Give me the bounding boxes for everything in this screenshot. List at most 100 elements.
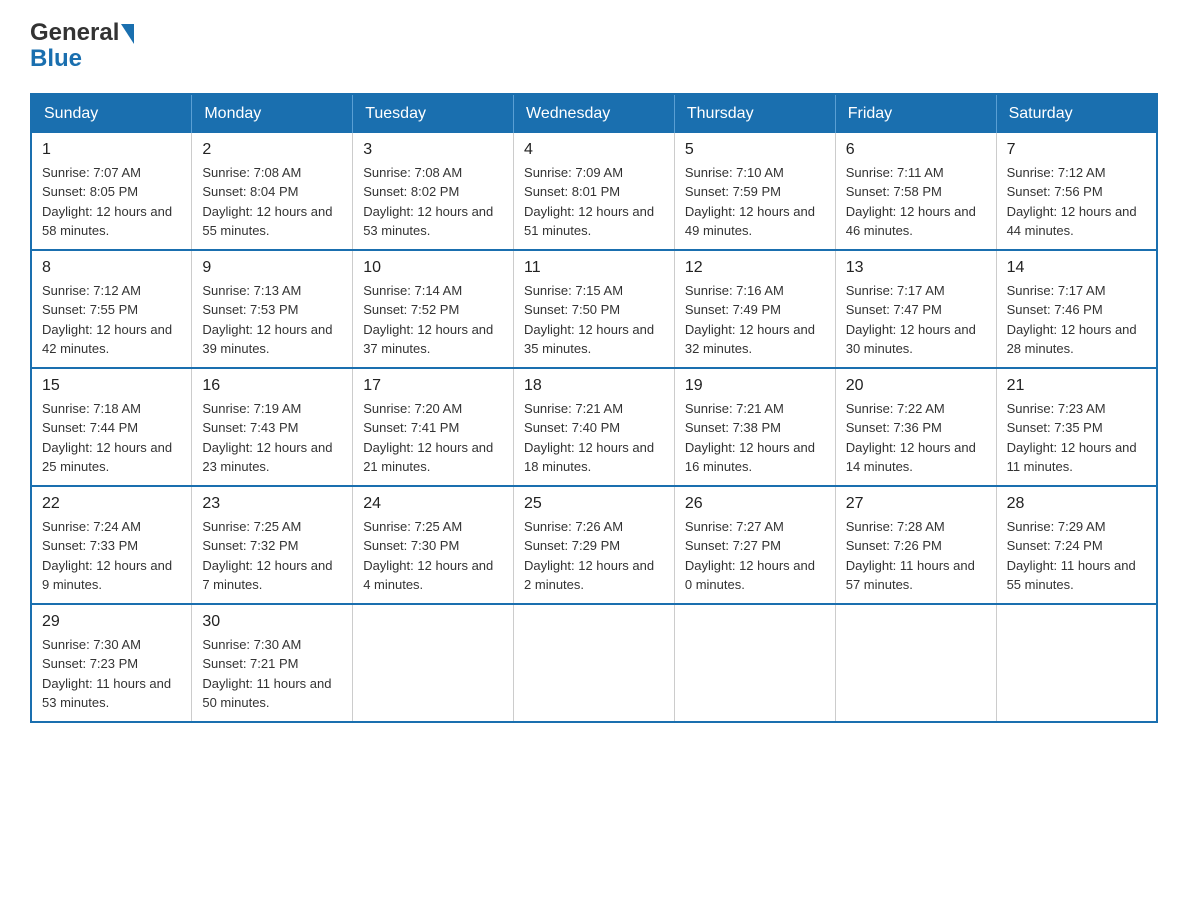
logo-triangle-icon	[121, 24, 134, 44]
day-info: Sunrise: 7:25 AMSunset: 7:32 PMDaylight:…	[202, 517, 342, 595]
day-info: Sunrise: 7:12 AMSunset: 7:55 PMDaylight:…	[42, 281, 181, 359]
day-info: Sunrise: 7:22 AMSunset: 7:36 PMDaylight:…	[846, 399, 986, 477]
day-number: 16	[202, 377, 342, 395]
calendar-cell: 24Sunrise: 7:25 AMSunset: 7:30 PMDayligh…	[353, 486, 514, 604]
weekday-header-row: SundayMondayTuesdayWednesdayThursdayFrid…	[31, 94, 1157, 133]
day-number: 3	[363, 141, 503, 159]
weekday-header-thursday: Thursday	[674, 94, 835, 133]
day-number: 14	[1007, 259, 1146, 277]
day-number: 8	[42, 259, 181, 277]
calendar-cell: 2 Sunrise: 7:08 AMSunset: 8:04 PMDaylight…	[192, 133, 353, 250]
calendar-cell: 16 Sunrise: 7:19 AMSunset: 7:43 PMDayligh…	[192, 368, 353, 486]
day-info: Sunrise: 7:21 AMSunset: 7:40 PMDaylight:…	[524, 399, 664, 477]
day-number: 17	[363, 377, 503, 395]
day-number: 19	[685, 377, 825, 395]
day-info: Sunrise: 7:09 AMSunset: 8:01 PMDaylight:…	[524, 163, 664, 241]
calendar-cell: 20 Sunrise: 7:22 AMSunset: 7:36 PMDayligh…	[835, 368, 996, 486]
day-info: Sunrise: 7:07 AMSunset: 8:05 PMDaylight:…	[42, 163, 181, 241]
day-info: Sunrise: 7:27 AMSunset: 7:27 PMDaylight:…	[685, 517, 825, 595]
day-info: Sunrise: 7:13 AMSunset: 7:53 PMDaylight:…	[202, 281, 342, 359]
calendar-cell	[514, 604, 675, 722]
calendar-cell: 13 Sunrise: 7:17 AMSunset: 7:47 PMDayligh…	[835, 250, 996, 368]
day-number: 29	[42, 613, 181, 631]
calendar-cell	[996, 604, 1157, 722]
calendar-cell: 18 Sunrise: 7:21 AMSunset: 7:40 PMDayligh…	[514, 368, 675, 486]
day-info: Sunrise: 7:08 AMSunset: 8:02 PMDaylight:…	[363, 163, 503, 241]
day-number: 10	[363, 259, 503, 277]
day-number: 20	[846, 377, 986, 395]
calendar-cell: 26 Sunrise: 7:27 AMSunset: 7:27 PMDayligh…	[674, 486, 835, 604]
calendar-cell: 30Sunrise: 7:30 AMSunset: 7:21 PMDayligh…	[192, 604, 353, 722]
weekday-header-monday: Monday	[192, 94, 353, 133]
calendar-cell: 7 Sunrise: 7:12 AMSunset: 7:56 PMDaylight…	[996, 133, 1157, 250]
day-number: 27	[846, 495, 986, 513]
calendar-cell: 8 Sunrise: 7:12 AMSunset: 7:55 PMDaylight…	[31, 250, 192, 368]
calendar-cell: 12 Sunrise: 7:16 AMSunset: 7:49 PMDayligh…	[674, 250, 835, 368]
calendar-cell: 11 Sunrise: 7:15 AMSunset: 7:50 PMDayligh…	[514, 250, 675, 368]
calendar-cell: 22 Sunrise: 7:24 AMSunset: 7:33 PMDayligh…	[31, 486, 192, 604]
day-number: 1	[42, 141, 181, 159]
day-info: Sunrise: 7:30 AMSunset: 7:23 PMDaylight:…	[42, 635, 181, 713]
calendar-cell: 5 Sunrise: 7:10 AMSunset: 7:59 PMDaylight…	[674, 133, 835, 250]
weekday-header-tuesday: Tuesday	[353, 94, 514, 133]
weekday-header-sunday: Sunday	[31, 94, 192, 133]
day-number: 11	[524, 259, 664, 277]
calendar-cell: 4 Sunrise: 7:09 AMSunset: 8:01 PMDaylight…	[514, 133, 675, 250]
day-info: Sunrise: 7:08 AMSunset: 8:04 PMDaylight:…	[202, 163, 342, 241]
day-info: Sunrise: 7:17 AMSunset: 7:46 PMDaylight:…	[1007, 281, 1146, 359]
day-info: Sunrise: 7:26 AMSunset: 7:29 PMDaylight:…	[524, 517, 664, 595]
calendar-cell	[835, 604, 996, 722]
logo: General Blue	[30, 20, 134, 73]
day-info: Sunrise: 7:24 AMSunset: 7:33 PMDaylight:…	[42, 517, 181, 595]
day-info: Sunrise: 7:30 AMSunset: 7:21 PMDaylight:…	[202, 635, 342, 713]
day-number: 13	[846, 259, 986, 277]
calendar-table: SundayMondayTuesdayWednesdayThursdayFrid…	[30, 93, 1158, 723]
calendar-cell: 29 Sunrise: 7:30 AMSunset: 7:23 PMDayligh…	[31, 604, 192, 722]
day-number: 9	[202, 259, 342, 277]
day-number: 7	[1007, 141, 1146, 159]
page-header: General Blue	[30, 20, 1158, 73]
week-row-2: 8 Sunrise: 7:12 AMSunset: 7:55 PMDaylight…	[31, 250, 1157, 368]
calendar-cell	[674, 604, 835, 722]
day-number: 25	[524, 495, 664, 513]
day-number: 6	[846, 141, 986, 159]
calendar-cell: 19 Sunrise: 7:21 AMSunset: 7:38 PMDayligh…	[674, 368, 835, 486]
day-number: 12	[685, 259, 825, 277]
day-info: Sunrise: 7:20 AMSunset: 7:41 PMDaylight:…	[363, 399, 503, 477]
logo-general: General	[30, 20, 119, 46]
day-info: Sunrise: 7:12 AMSunset: 7:56 PMDaylight:…	[1007, 163, 1146, 241]
day-info: Sunrise: 7:16 AMSunset: 7:49 PMDaylight:…	[685, 281, 825, 359]
day-number: 22	[42, 495, 181, 513]
calendar-cell: 10 Sunrise: 7:14 AMSunset: 7:52 PMDayligh…	[353, 250, 514, 368]
day-number: 28	[1007, 495, 1146, 513]
day-info: Sunrise: 7:19 AMSunset: 7:43 PMDaylight:…	[202, 399, 342, 477]
day-info: Sunrise: 7:14 AMSunset: 7:52 PMDaylight:…	[363, 281, 503, 359]
calendar-cell: 23Sunrise: 7:25 AMSunset: 7:32 PMDayligh…	[192, 486, 353, 604]
calendar-cell: 21Sunrise: 7:23 AMSunset: 7:35 PMDayligh…	[996, 368, 1157, 486]
calendar-cell: 9 Sunrise: 7:13 AMSunset: 7:53 PMDaylight…	[192, 250, 353, 368]
calendar-cell: 3 Sunrise: 7:08 AMSunset: 8:02 PMDaylight…	[353, 133, 514, 250]
day-info: Sunrise: 7:29 AMSunset: 7:24 PMDaylight:…	[1007, 517, 1146, 595]
weekday-header-friday: Friday	[835, 94, 996, 133]
week-row-1: 1 Sunrise: 7:07 AMSunset: 8:05 PMDaylight…	[31, 133, 1157, 250]
day-number: 18	[524, 377, 664, 395]
day-info: Sunrise: 7:21 AMSunset: 7:38 PMDaylight:…	[685, 399, 825, 477]
day-number: 5	[685, 141, 825, 159]
weekday-header-saturday: Saturday	[996, 94, 1157, 133]
week-row-4: 22 Sunrise: 7:24 AMSunset: 7:33 PMDayligh…	[31, 486, 1157, 604]
day-number: 4	[524, 141, 664, 159]
day-info: Sunrise: 7:15 AMSunset: 7:50 PMDaylight:…	[524, 281, 664, 359]
week-row-5: 29 Sunrise: 7:30 AMSunset: 7:23 PMDayligh…	[31, 604, 1157, 722]
calendar-cell: 27Sunrise: 7:28 AMSunset: 7:26 PMDayligh…	[835, 486, 996, 604]
day-info: Sunrise: 7:25 AMSunset: 7:30 PMDaylight:…	[363, 517, 503, 595]
calendar-cell	[353, 604, 514, 722]
weekday-header-wednesday: Wednesday	[514, 94, 675, 133]
day-info: Sunrise: 7:10 AMSunset: 7:59 PMDaylight:…	[685, 163, 825, 241]
day-info: Sunrise: 7:23 AMSunset: 7:35 PMDaylight:…	[1007, 399, 1146, 477]
week-row-3: 15Sunrise: 7:18 AMSunset: 7:44 PMDayligh…	[31, 368, 1157, 486]
day-number: 26	[685, 495, 825, 513]
calendar-cell: 1 Sunrise: 7:07 AMSunset: 8:05 PMDaylight…	[31, 133, 192, 250]
day-number: 15	[42, 377, 181, 395]
day-number: 2	[202, 141, 342, 159]
day-info: Sunrise: 7:17 AMSunset: 7:47 PMDaylight:…	[846, 281, 986, 359]
